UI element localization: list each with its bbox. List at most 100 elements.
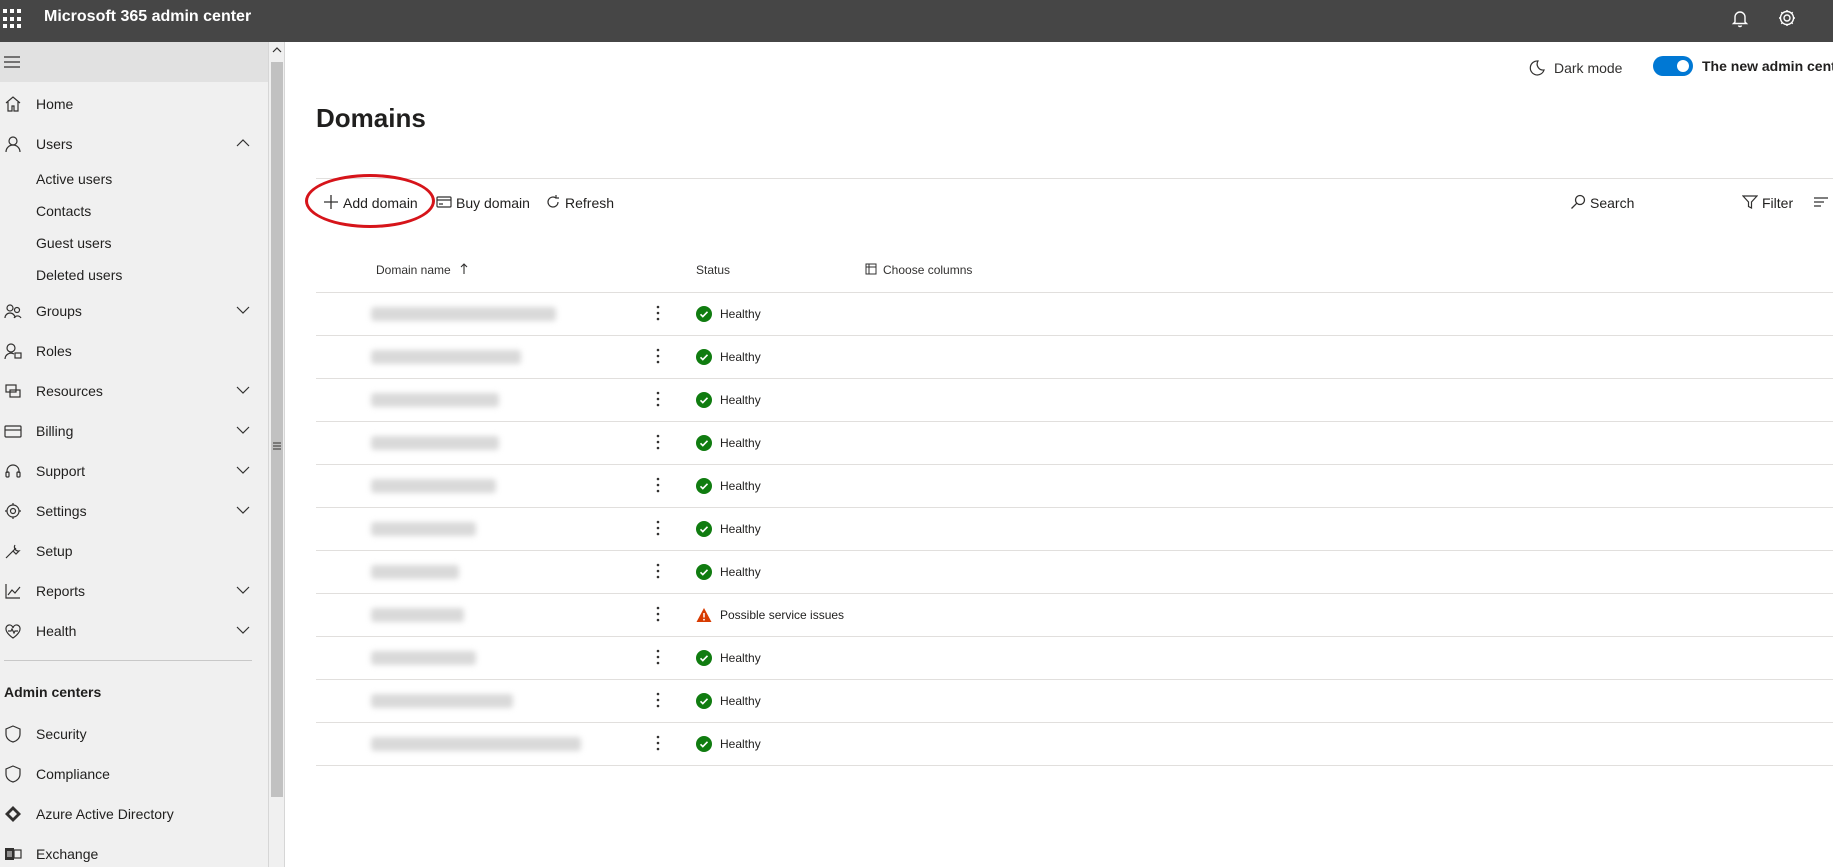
sidebar-item-groups[interactable]: Groups: [0, 295, 268, 327]
new-admin-center-label: The new admin cente: [1702, 58, 1833, 74]
admin-centers-title: Admin centers: [4, 684, 102, 700]
resources-icon: [4, 382, 22, 400]
domain-name-redacted: [371, 651, 476, 665]
filter-icon: [1741, 194, 1759, 210]
heart-icon: [4, 622, 22, 640]
status-text: Healthy: [720, 565, 761, 579]
more-options-icon[interactable]: [655, 347, 661, 365]
chevron-down-icon[interactable]: [236, 505, 250, 515]
more-options-icon[interactable]: [655, 734, 661, 752]
scroll-up-arrow-icon[interactable]: [272, 46, 282, 54]
table-row[interactable]: Healthy: [316, 680, 1833, 723]
healthy-check-icon: [696, 650, 712, 666]
status-text: Possible service issues: [720, 608, 845, 622]
user-icon: [4, 135, 22, 153]
sidebar-item-reports[interactable]: Reports: [0, 575, 268, 607]
table-row[interactable]: Healthy: [316, 551, 1833, 594]
sidebar: Home Users Active users Contacts Guest u…: [0, 42, 268, 867]
top-bar: Microsoft 365 admin center: [0, 0, 1833, 42]
more-options-icon[interactable]: [655, 605, 661, 623]
gear-icon: [4, 502, 22, 520]
sidebar-item-users[interactable]: Users: [0, 128, 268, 160]
sidebar-item-roles[interactable]: Roles: [0, 335, 268, 367]
sidebar-item-compliance[interactable]: Compliance: [0, 758, 268, 790]
status-text: Healthy: [720, 737, 761, 751]
sidebar-item-settings[interactable]: Settings: [0, 495, 268, 527]
sidebar-subitem-contacts[interactable]: Contacts: [36, 203, 91, 219]
table-row[interactable]: Healthy: [316, 422, 1833, 465]
domain-name-redacted: [371, 436, 499, 450]
table-row[interactable]: Healthy: [316, 723, 1833, 766]
chevron-down-icon[interactable]: [236, 585, 250, 595]
page-title: Domains: [316, 103, 426, 133]
sidebar-subitem-deleted-users[interactable]: Deleted users: [36, 267, 122, 283]
groups-icon: [4, 302, 22, 320]
sidebar-item-setup[interactable]: Setup: [0, 535, 268, 567]
table-row[interactable]: Possible service issues: [316, 594, 1833, 637]
column-header-domain-name[interactable]: Domain name: [376, 263, 468, 277]
sidebar-item-home[interactable]: Home: [0, 88, 268, 120]
more-options-icon[interactable]: [655, 390, 661, 408]
gear-icon[interactable]: [1775, 6, 1799, 30]
status-text: Healthy: [720, 350, 761, 364]
table-row[interactable]: Healthy: [316, 379, 1833, 422]
chevron-down-icon[interactable]: [236, 385, 250, 395]
sidebar-item-billing[interactable]: Billing: [0, 415, 268, 447]
status-text: Healthy: [720, 479, 761, 493]
chevron-down-icon[interactable]: [236, 305, 250, 315]
sidebar-item-support[interactable]: Support: [0, 455, 268, 487]
add-domain-highlight: [305, 174, 435, 228]
domain-name-redacted: [371, 608, 464, 622]
domain-name-redacted: [371, 522, 476, 536]
sidebar-item-azure-active-directory[interactable]: Azure Active Directory: [0, 798, 268, 830]
scrollbar-grip-icon: [273, 442, 281, 450]
waffle-icon[interactable]: [3, 9, 23, 29]
choose-columns-button[interactable]: Choose columns: [865, 263, 972, 277]
table-row[interactable]: Healthy: [316, 336, 1833, 379]
sidebar-scrollbar[interactable]: [268, 42, 285, 867]
sidebar-item-security[interactable]: Security: [0, 718, 268, 750]
sidebar-item-resources[interactable]: Resources: [0, 375, 268, 407]
table-row[interactable]: Healthy: [316, 293, 1833, 336]
healthy-check-icon: [696, 564, 712, 580]
more-options-icon[interactable]: [655, 648, 661, 666]
sidebar-subitem-guest-users[interactable]: Guest users: [36, 235, 111, 251]
column-header-status[interactable]: Status: [696, 263, 730, 277]
sort-ascending-icon: [460, 263, 468, 274]
chevron-down-icon[interactable]: [236, 425, 250, 435]
sidebar-item-exchange[interactable]: Exchange: [0, 838, 268, 867]
chart-icon: [4, 582, 22, 600]
scrollbar-thumb[interactable]: [271, 62, 283, 797]
chevron-up-icon[interactable]: [236, 138, 250, 148]
list-view-icon: [1813, 194, 1829, 210]
new-admin-center-toggle[interactable]: [1653, 56, 1693, 76]
more-options-icon[interactable]: [655, 304, 661, 322]
more-options-icon[interactable]: [655, 519, 661, 537]
roles-icon: [4, 342, 22, 360]
domain-name-redacted: [371, 694, 513, 708]
choose-columns-icon: [865, 263, 877, 275]
more-options-icon[interactable]: [655, 433, 661, 451]
table-row[interactable]: Healthy: [316, 508, 1833, 551]
healthy-check-icon: [696, 736, 712, 752]
status-text: Healthy: [720, 522, 761, 536]
sidebar-item-health[interactable]: Health: [0, 615, 268, 647]
healthy-check-icon: [696, 478, 712, 494]
table-row[interactable]: Healthy: [316, 637, 1833, 680]
more-options-icon[interactable]: [655, 691, 661, 709]
bell-icon[interactable]: [1728, 6, 1752, 30]
home-icon: [4, 95, 22, 113]
chevron-down-icon[interactable]: [236, 625, 250, 635]
headset-icon: [4, 462, 22, 480]
more-options-icon[interactable]: [655, 562, 661, 580]
table-row[interactable]: Healthy: [316, 465, 1833, 508]
chevron-down-icon[interactable]: [236, 465, 250, 475]
healthy-check-icon: [696, 693, 712, 709]
domain-name-redacted: [371, 479, 496, 493]
warning-triangle-icon: [696, 608, 712, 622]
shield-icon: [4, 765, 22, 783]
hamburger-icon[interactable]: [4, 55, 20, 69]
sidebar-subitem-active-users[interactable]: Active users: [36, 171, 112, 187]
more-options-icon[interactable]: [655, 476, 661, 494]
app-title[interactable]: Microsoft 365 admin center: [44, 8, 251, 26]
